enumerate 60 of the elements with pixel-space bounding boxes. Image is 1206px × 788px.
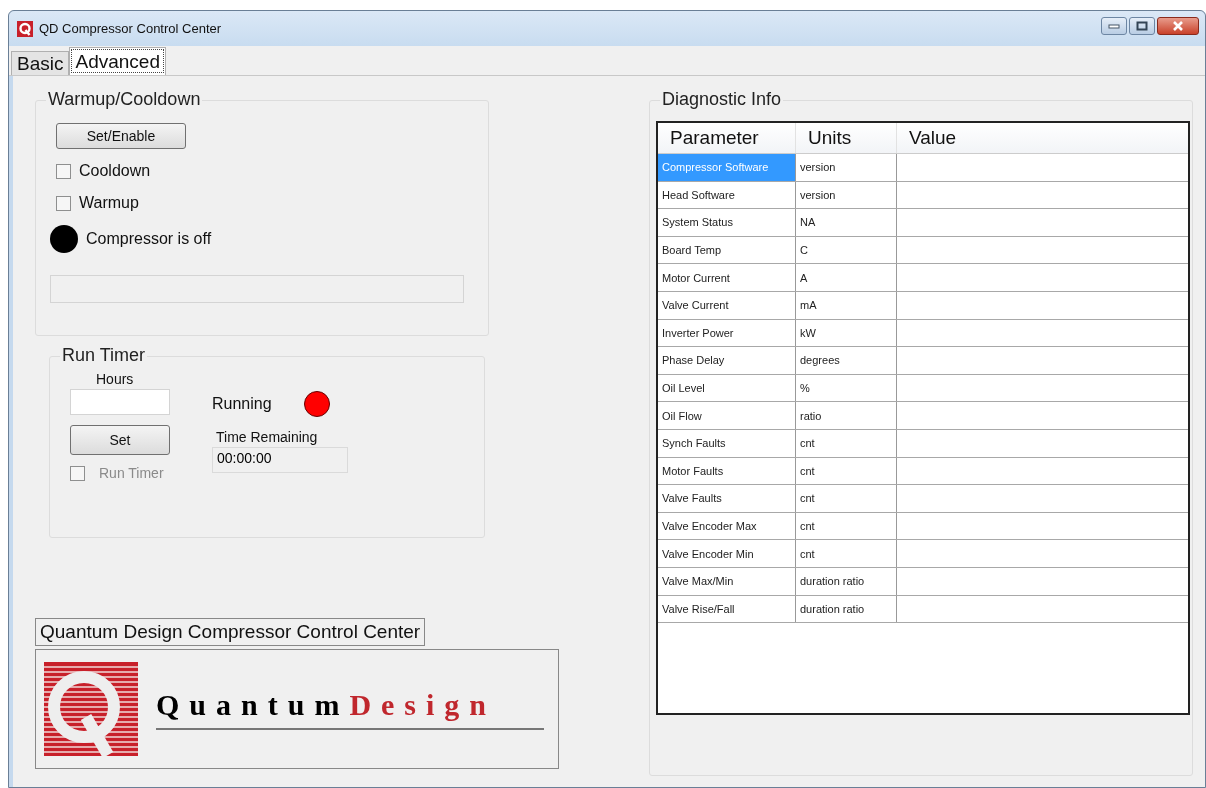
- table-cell[interactable]: Valve Faults: [658, 485, 796, 512]
- table-cell: cnt: [796, 457, 897, 485]
- set-enable-button[interactable]: Set/Enable: [56, 123, 186, 149]
- table-cell[interactable]: Phase Delay: [658, 347, 796, 374]
- table-cell: version: [796, 181, 897, 209]
- table-cell[interactable]: Head Software: [658, 181, 796, 209]
- table-cell: version: [796, 154, 897, 181]
- table-cell[interactable]: Oil Flow: [658, 402, 796, 429]
- table-cell[interactable]: Valve Encoder Min: [658, 540, 796, 567]
- table-cell: kW: [796, 319, 897, 347]
- column-header[interactable]: Value: [897, 123, 1186, 153]
- maximize-icon: [1136, 21, 1148, 31]
- caption-label: Quantum Design Compressor Control Center: [35, 618, 426, 646]
- hours-label: Hours: [96, 371, 134, 387]
- column-header[interactable]: Units: [796, 123, 897, 153]
- table-cell[interactable]: Oil Level: [658, 374, 796, 402]
- set-button[interactable]: Set: [70, 425, 170, 455]
- checkbox[interactable]: Cooldown: [56, 161, 151, 181]
- group-title: Diagnostic Info: [660, 89, 784, 110]
- close-button[interactable]: [1157, 17, 1199, 35]
- table-cell[interactable]: Inverter Power: [658, 319, 796, 347]
- table-cell: duration ratio: [796, 595, 897, 623]
- table-cell[interactable]: Valve Rise/Fall: [658, 595, 796, 623]
- table-cell: degrees: [796, 347, 897, 374]
- checkbox[interactable]: Warmup: [56, 193, 139, 213]
- table-cell: C: [796, 236, 897, 264]
- column-header[interactable]: Parameter: [658, 123, 796, 153]
- close-icon: [1172, 21, 1184, 31]
- table-cell: cnt: [796, 540, 897, 567]
- logo-wordmark: Quantum Design: [156, 688, 498, 722]
- table-cell[interactable]: Synch Faults: [658, 429, 796, 457]
- minimize-icon: [1108, 23, 1120, 29]
- table-cell[interactable]: Valve Current: [658, 291, 796, 319]
- table-cell[interactable]: Board Temp: [658, 236, 796, 264]
- maximize-button[interactable]: [1129, 17, 1155, 35]
- table-cell[interactable]: Motor Current: [658, 264, 796, 291]
- table-cell: NA: [796, 209, 897, 236]
- q-logo-icon: [17, 20, 33, 37]
- time-remaining-field: 00:00:00: [212, 447, 348, 473]
- status-text: Compressor is off: [86, 230, 212, 248]
- running-label: Running: [212, 395, 272, 413]
- table-cell: ratio: [796, 402, 897, 429]
- table-cell[interactable]: Valve Encoder Max: [658, 512, 796, 540]
- table-cell[interactable]: Motor Faults: [658, 457, 796, 485]
- table-cell: cnt: [796, 512, 897, 540]
- table-cell[interactable]: System Status: [658, 209, 796, 236]
- tab[interactable]: Advanced: [69, 47, 166, 75]
- table-cell[interactable]: Valve Max/Min: [658, 567, 796, 595]
- group-title: Warmup/Cooldown: [46, 89, 203, 110]
- table-cell: cnt: [796, 429, 897, 457]
- window-title: QD Compressor Control Center: [39, 21, 223, 36]
- tab[interactable]: Basic: [11, 51, 70, 75]
- table-cell: cnt: [796, 485, 897, 512]
- table-cell: A: [796, 264, 897, 291]
- hours-input-field[interactable]: [70, 389, 170, 415]
- q-logo-icon: [44, 662, 138, 756]
- table-cell: mA: [796, 291, 897, 319]
- time-remaining-label: Time Remaining: [216, 429, 318, 445]
- table-cell: %: [796, 374, 897, 402]
- table-cell: duration ratio: [796, 567, 897, 595]
